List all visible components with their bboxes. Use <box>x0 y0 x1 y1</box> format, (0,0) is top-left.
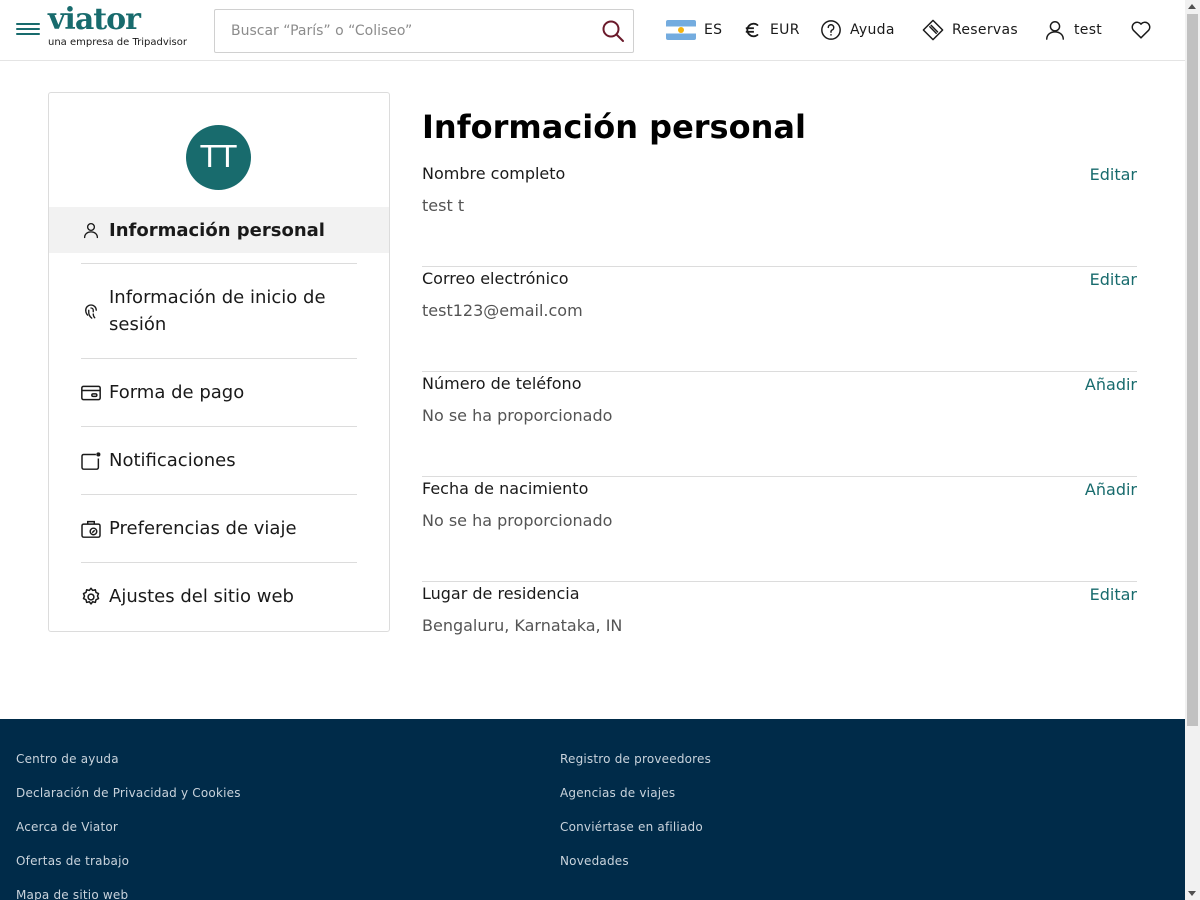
field-label: Fecha de nacimiento <box>422 479 589 498</box>
sidebar-item-label: Información personal <box>109 219 325 241</box>
footer-link-news[interactable]: Novedades <box>560 852 629 870</box>
divider <box>81 562 357 563</box>
add-phone-button[interactable]: Añadir <box>1085 373 1137 397</box>
sidebar-item-travel-preferences[interactable]: Preferencias de viaje <box>81 515 357 542</box>
footer-link-affiliate[interactable]: Conviértase en afiliado <box>560 818 703 836</box>
sidebar-item-notifications[interactable]: Notificaciones <box>81 447 357 474</box>
luggage-icon <box>81 519 101 539</box>
search-box <box>214 9 634 53</box>
argentina-flag-icon <box>666 20 696 40</box>
field-value: test123@email.com <box>422 301 583 320</box>
field-label: Número de teléfono <box>422 374 582 393</box>
language-selector[interactable]: ES <box>666 17 722 43</box>
field-value: test t <box>422 196 465 215</box>
sidebar-item-payment[interactable]: Forma de pago <box>81 379 357 406</box>
field-label: Nombre completo <box>422 164 566 183</box>
field-label: Lugar de residencia <box>422 584 580 603</box>
heart-icon <box>1131 21 1151 39</box>
divider <box>81 426 357 427</box>
edit-email-button[interactable]: Editar <box>1090 268 1137 292</box>
divider <box>81 263 357 264</box>
user-name: test <box>1074 22 1103 38</box>
help-link[interactable]: Ayuda <box>820 17 895 43</box>
avatar: TT <box>186 125 251 190</box>
footer-link-supplier-signup[interactable]: Registro de proveedores <box>560 750 711 768</box>
bookings-link[interactable]: Reservas <box>922 17 1018 43</box>
language-label: ES <box>704 22 723 38</box>
field-residence: Lugar de residencia Bengaluru, Karnataka… <box>422 582 1137 687</box>
menu-hamburger-icon[interactable] <box>16 20 40 40</box>
divider <box>81 494 357 495</box>
notification-icon <box>81 451 101 471</box>
logo-wordmark: viator <box>48 2 141 37</box>
search-icon[interactable] <box>601 19 625 43</box>
edit-residence-button[interactable]: Editar <box>1090 583 1137 607</box>
site-footer: Centro de ayuda Declaración de Privacida… <box>0 719 1185 900</box>
field-phone: Número de teléfono No se ha proporcionad… <box>422 372 1137 477</box>
top-header: viator una empresa de Tripadvisor ES EUR… <box>0 0 1185 61</box>
sidebar-item-label: Forma de pago <box>109 382 245 403</box>
field-value: No se ha proporcionado <box>422 406 613 425</box>
field-email: Correo electrónico test123@email.com Edi… <box>422 267 1137 372</box>
sidebar-item-label: Preferencias de viaje <box>109 518 297 539</box>
person-icon <box>81 220 101 240</box>
fingerprint-icon <box>81 301 101 321</box>
page-title: Información personal <box>422 108 806 146</box>
add-birthdate-button[interactable]: Añadir <box>1085 478 1137 502</box>
credit-card-icon <box>81 383 101 403</box>
field-value: Bengaluru, Karnataka, IN <box>422 616 623 635</box>
gear-icon <box>81 587 101 607</box>
field-full-name: Nombre completo test t Editar <box>422 162 1137 267</box>
currency-label: EUR <box>770 22 800 38</box>
account-sidebar: TT Información personal Información de i… <box>48 92 390 632</box>
divider <box>81 358 357 359</box>
footer-link-jobs[interactable]: Ofertas de trabajo <box>16 852 129 870</box>
field-birthdate: Fecha de nacimiento No se ha proporciona… <box>422 477 1137 582</box>
page-scrollbar[interactable] <box>1185 0 1200 900</box>
sidebar-item-login-info[interactable]: Información de inicio de sesión <box>81 284 357 338</box>
sidebar-item-personal-info[interactable]: Información personal <box>49 207 389 253</box>
viator-logo[interactable]: viator una empresa de Tripadvisor <box>48 4 187 49</box>
euro-icon <box>745 22 759 38</box>
field-value: No se ha proporcionado <box>422 511 613 530</box>
wishlist-button[interactable] <box>1130 17 1152 43</box>
help-icon <box>821 20 841 40</box>
logo-subtitle: una empresa de Tripadvisor <box>48 37 187 48</box>
help-label: Ayuda <box>850 22 895 38</box>
sidebar-item-site-settings[interactable]: Ajustes del sitio web <box>81 583 357 610</box>
footer-link-sitemap[interactable]: Mapa de sitio web <box>16 886 128 900</box>
footer-link-help-center[interactable]: Centro de ayuda <box>16 750 119 768</box>
edit-name-button[interactable]: Editar <box>1090 163 1137 187</box>
sidebar-item-label: Notificaciones <box>109 450 236 471</box>
currency-selector[interactable]: EUR <box>744 17 800 43</box>
footer-link-travel-agents[interactable]: Agencias de viajes <box>560 784 675 802</box>
footer-link-privacy[interactable]: Declaración de Privacidad y Cookies <box>16 784 241 802</box>
ticket-icon <box>922 19 944 41</box>
scroll-down-arrow-icon[interactable] <box>1188 891 1196 896</box>
bookings-label: Reservas <box>952 22 1018 38</box>
field-label: Correo electrónico <box>422 269 569 288</box>
sidebar-item-label: Información de inicio de sesión <box>109 287 326 335</box>
scrollbar-thumb[interactable] <box>1187 14 1198 726</box>
sidebar-item-label: Ajustes del sitio web <box>109 586 294 607</box>
search-input[interactable] <box>215 10 585 52</box>
scroll-up-arrow-icon[interactable] <box>1188 4 1196 9</box>
footer-link-about[interactable]: Acerca de Viator <box>16 818 118 836</box>
account-menu[interactable]: test <box>1044 17 1102 43</box>
user-icon <box>1046 21 1064 40</box>
